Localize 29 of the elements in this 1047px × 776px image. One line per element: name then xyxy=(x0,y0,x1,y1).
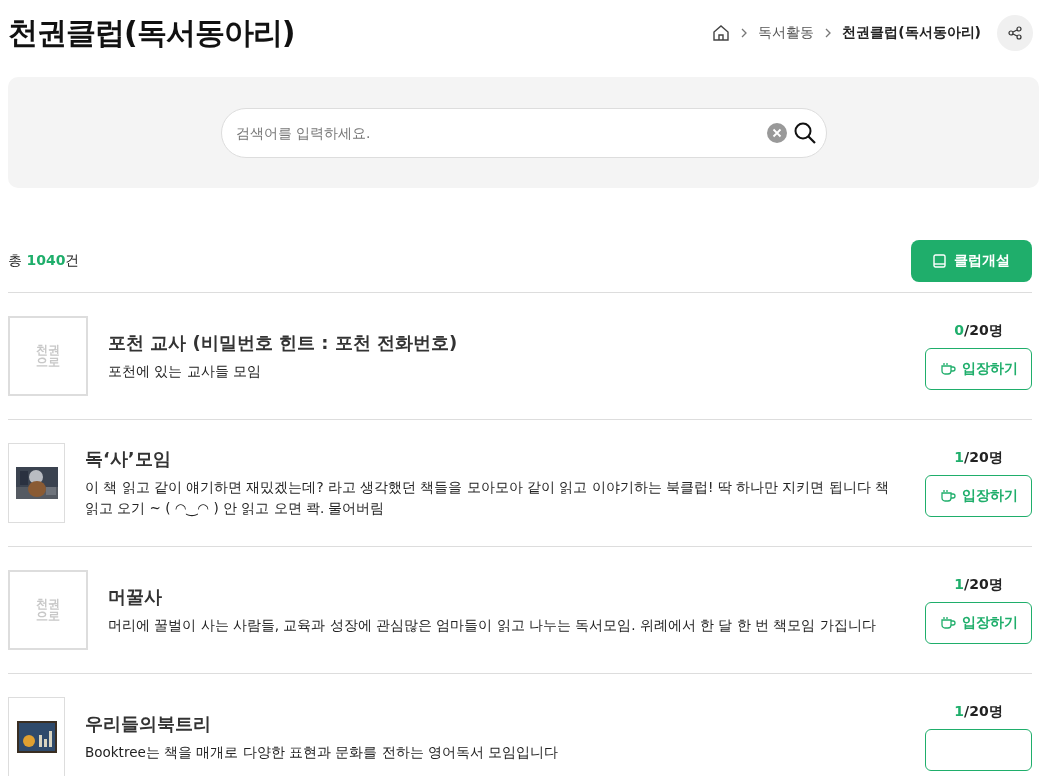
book-icon xyxy=(933,254,946,268)
home-icon[interactable] xyxy=(712,24,731,42)
member-count: 0/20명 xyxy=(954,322,1003,340)
enter-button[interactable] xyxy=(925,729,1032,771)
breadcrumb-link[interactable]: 독서활동 xyxy=(758,24,815,42)
clear-icon[interactable] xyxy=(766,122,787,143)
club-name[interactable]: 우리들의북트리 xyxy=(85,711,905,736)
chevron-icon xyxy=(740,28,749,38)
share-icon xyxy=(1008,26,1022,40)
club-description: Booktree는 책을 매개로 다양한 표현과 문화를 전하는 영어독서 모임입니다 xyxy=(85,742,560,762)
cup-icon xyxy=(939,616,956,630)
club-name[interactable]: 머꿀사 xyxy=(108,584,905,609)
club-name[interactable]: 포천 교사 (비밀번호 힌트 : 포천 전화번호) xyxy=(108,330,905,355)
search-icon[interactable] xyxy=(792,120,817,145)
club-description: 머리에 꿀벌이 사는 사람들, 교육과 성장에 관심많은 엄마들이 읽고 나누는 독서모임. 위례에서 한 달 한 번 책모임 가집니다 xyxy=(108,615,877,635)
search-field[interactable]: 검색어를 입력하세요. xyxy=(220,107,827,158)
page-title: 천권클럽(독서동아리) xyxy=(8,13,295,52)
member-count: 1/20명 xyxy=(954,449,1003,467)
club-name[interactable]: 독‘사’모임 xyxy=(85,447,905,472)
club-description: 포천에 있는 교사들 모임 xyxy=(108,361,262,381)
result-count: 총 1040건 xyxy=(8,252,80,270)
chevron-icon xyxy=(824,28,833,38)
share-button[interactable] xyxy=(997,15,1033,51)
member-count: 1/20명 xyxy=(954,576,1003,594)
breadcrumb-link[interactable]: 천권클럽(독서동아리) xyxy=(842,24,981,42)
club-description: 이 책 읽고 같이 얘기하면 재밌겠는데? 라고 생각했던 책들을 모아모아 같이 읽고 이야기하는 북클럽! 딱 하나만 지키면 됩니다 책 읽고 오기 ~ ( ◠‿◠ ) 안 읽고 오면 콱. 물어버림 xyxy=(85,478,890,519)
cup-icon xyxy=(939,362,956,376)
member-count: 1/20명 xyxy=(954,703,1003,721)
cup-icon xyxy=(939,489,956,503)
